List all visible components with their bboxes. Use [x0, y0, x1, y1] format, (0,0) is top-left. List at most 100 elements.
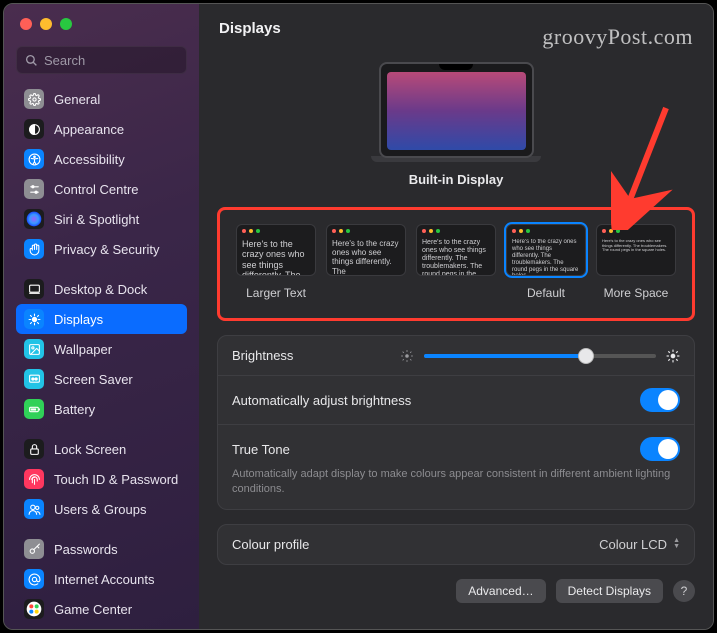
resolution-option-1[interactable]: Here's to the crazy ones who see things … — [326, 224, 406, 300]
brightness-label: Brightness — [232, 348, 293, 363]
resolution-option-4[interactable]: Here's to the crazy ones who see things … — [596, 224, 676, 300]
sidebar-item-label: Internet Accounts — [54, 572, 154, 587]
brightness-row: Brightness — [218, 336, 694, 375]
sidebar-item-label: Game Center — [54, 602, 132, 617]
resolution-label: Default — [527, 286, 565, 300]
lock-icon — [24, 439, 44, 459]
sidebar-item-privacy-security[interactable]: Privacy & Security — [16, 234, 187, 264]
page-title: Displays — [219, 20, 281, 37]
search-icon — [25, 54, 38, 67]
colour-profile-select[interactable]: Colour LCD ▲▼ — [599, 537, 680, 552]
sidebar-item-label: Wallpaper — [54, 342, 112, 357]
chevron-up-down-icon: ▲▼ — [673, 538, 680, 550]
dock-icon — [24, 279, 44, 299]
sidebar-item-battery[interactable]: Battery — [16, 394, 187, 424]
auto-brightness-row: Automatically adjust brightness — [218, 375, 694, 424]
sidebar: Search General Appearance Accessibility Con… — [4, 4, 199, 629]
hand-icon — [24, 239, 44, 259]
colour-profile-label: Colour profile — [232, 537, 309, 552]
sidebar-item-wallpaper[interactable]: Wallpaper — [16, 334, 187, 364]
sidebar-item-displays[interactable]: Displays — [16, 304, 187, 334]
game-icon — [24, 599, 44, 619]
sidebar-item-touch-id-password[interactable]: Touch ID & Password — [16, 464, 187, 494]
bottom-button-row: Advanced… Detect Displays ? — [217, 579, 695, 603]
users-icon — [24, 499, 44, 519]
sidebar-item-label: Siri & Spotlight — [54, 212, 139, 227]
resolution-thumbnail: Here's to the crazy ones who see things … — [416, 224, 496, 276]
sidebar-item-accessibility[interactable]: Accessibility — [16, 144, 187, 174]
at-icon — [24, 569, 44, 589]
sidebar-item-label: Appearance — [54, 122, 124, 137]
sun-large-icon — [666, 349, 680, 363]
sidebar-item-label: Lock Screen — [54, 442, 126, 457]
sidebar-item-label: Desktop & Dock — [54, 282, 147, 297]
brightness-control — [400, 349, 680, 363]
sidebar-item-desktop-dock[interactable]: Desktop & Dock — [16, 274, 187, 304]
search-placeholder: Search — [44, 53, 85, 68]
sidebar-item-label: Touch ID & Password — [54, 472, 178, 487]
resolution-thumbnail: Here's to the crazy ones who see things … — [596, 224, 676, 276]
resolution-option-3[interactable]: Here's to the crazy ones who see things … — [506, 224, 586, 300]
sidebar-item-general[interactable]: General — [16, 84, 187, 114]
content-area: Built-in Display Here's to the crazy one… — [199, 52, 713, 629]
sidebar-item-lock-screen[interactable]: Lock Screen — [16, 434, 187, 464]
search-input[interactable]: Search — [16, 46, 187, 74]
laptop-illustration — [379, 62, 534, 158]
siri-icon — [24, 209, 44, 229]
sidebar-item-passwords[interactable]: Passwords — [16, 534, 187, 564]
system-settings-window: Search General Appearance Accessibility Con… — [3, 3, 714, 630]
controls-icon — [24, 179, 44, 199]
auto-brightness-toggle[interactable] — [640, 388, 680, 412]
true-tone-toggle[interactable] — [640, 437, 680, 461]
sidebar-item-label: Control Centre — [54, 182, 139, 197]
help-button[interactable]: ? — [673, 580, 695, 602]
main-content: Displays Built-in Display Here's to the … — [199, 4, 713, 629]
close-button[interactable] — [20, 18, 32, 30]
sidebar-item-users-groups[interactable]: Users & Groups — [16, 494, 187, 524]
fingerprint-icon — [24, 469, 44, 489]
sidebar-item-label: General — [54, 92, 100, 107]
sidebar-item-siri-spotlight[interactable]: Siri & Spotlight — [16, 204, 187, 234]
display-name: Built-in Display — [409, 172, 504, 187]
window-controls — [4, 4, 199, 38]
brightness-slider[interactable] — [424, 354, 656, 358]
sidebar-item-label: Passwords — [54, 542, 118, 557]
resolution-options-panel: Here's to the crazy ones who see things … — [217, 207, 695, 321]
appearance-icon — [24, 119, 44, 139]
sun-small-icon — [400, 349, 414, 363]
resolution-label: Larger Text — [246, 286, 306, 300]
titlebar: Displays — [199, 4, 713, 52]
accessibility-icon — [24, 149, 44, 169]
detect-displays-button[interactable]: Detect Displays — [556, 579, 663, 603]
colour-profile-value: Colour LCD — [599, 537, 667, 552]
battery-icon — [24, 399, 44, 419]
sidebar-list: General Appearance Accessibility Control Ce… — [4, 84, 199, 629]
key-icon — [24, 539, 44, 559]
resolution-option-2[interactable]: Here's to the crazy ones who see things … — [416, 224, 496, 300]
sidebar-item-wallet-apple-pay[interactable]: Wallet & Apple Pay — [16, 624, 187, 629]
sidebar-item-label: Screen Saver — [54, 372, 133, 387]
display-hero: Built-in Display — [217, 52, 695, 201]
fullscreen-button[interactable] — [60, 18, 72, 30]
sidebar-item-screen-saver[interactable]: Screen Saver — [16, 364, 187, 394]
colour-profile-row: Colour profile Colour LCD ▲▼ — [218, 525, 694, 564]
sidebar-item-label: Users & Groups — [54, 502, 146, 517]
sidebar-item-appearance[interactable]: Appearance — [16, 114, 187, 144]
sidebar-item-label: Accessibility — [54, 152, 125, 167]
sidebar-item-game-center[interactable]: Game Center — [16, 594, 187, 624]
sidebar-item-internet-accounts[interactable]: Internet Accounts — [16, 564, 187, 594]
resolution-thumbnail: Here's to the crazy ones who see things … — [326, 224, 406, 276]
gear-icon — [24, 89, 44, 109]
sun-icon — [24, 309, 44, 329]
sidebar-item-label: Battery — [54, 402, 95, 417]
resolution-option-0[interactable]: Here's to the crazy ones who see things … — [236, 224, 316, 300]
resolution-thumbnail: Here's to the crazy ones who see things … — [236, 224, 316, 276]
advanced-button[interactable]: Advanced… — [456, 579, 545, 603]
resolution-thumbnail: Here's to the crazy ones who see things … — [506, 224, 586, 276]
true-tone-row: True Tone Automatically adapt display to… — [218, 424, 694, 509]
true-tone-label: True Tone — [232, 442, 290, 457]
true-tone-description: Automatically adapt display to make colo… — [232, 467, 680, 497]
sidebar-item-control-centre[interactable]: Control Centre — [16, 174, 187, 204]
resolution-label: More Space — [604, 286, 669, 300]
minimize-button[interactable] — [40, 18, 52, 30]
